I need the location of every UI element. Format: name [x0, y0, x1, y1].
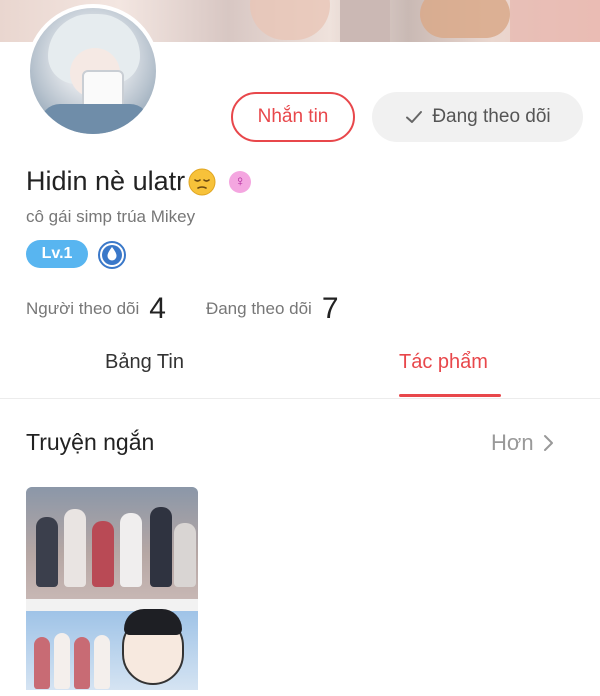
following-button-label: Đang theo dõi [432, 106, 551, 127]
message-button-label: Nhắn tin [257, 106, 329, 127]
check-icon [406, 111, 423, 123]
following-label[interactable]: Đang theo dõi [206, 299, 312, 319]
tab-works[interactable]: Tác phẩm [399, 351, 488, 374]
profile-name-row: Hidin nè ulatr ♀ [26, 166, 252, 197]
profile-name: Hidin nè ulatr [26, 166, 186, 196]
followers-count[interactable]: 4 [149, 292, 166, 326]
see-more-label: Hơn [491, 430, 534, 455]
divider [0, 398, 600, 399]
story-cover-thumbnail[interactable] [26, 487, 198, 696]
tab-news-feed[interactable]: Bảng Tin [105, 351, 184, 374]
profile-bio: cô gái simp trúa Mikey [26, 207, 196, 226]
female-icon: ♀ [229, 170, 252, 193]
followers-label[interactable]: Người theo dõi [26, 299, 139, 319]
see-more-link[interactable]: Hơn [491, 430, 556, 456]
following-button[interactable]: Đang theo dõi [372, 92, 583, 142]
avatar[interactable] [26, 4, 160, 138]
level-badge: Lv.1 [26, 240, 88, 268]
following-count[interactable]: 7 [322, 292, 339, 326]
active-tab-indicator [399, 394, 501, 397]
water-drop-badge-icon[interactable] [98, 241, 126, 269]
chevron-right-icon [543, 435, 553, 451]
profile-stats: Người theo dõi 4 Đang theo dõi 7 [26, 292, 339, 326]
bottom-edge [0, 690, 600, 696]
message-button[interactable]: Nhắn tin [231, 92, 355, 142]
pensive-face-icon [188, 168, 216, 195]
section-title-short-stories: Truyện ngắn [26, 429, 155, 455]
